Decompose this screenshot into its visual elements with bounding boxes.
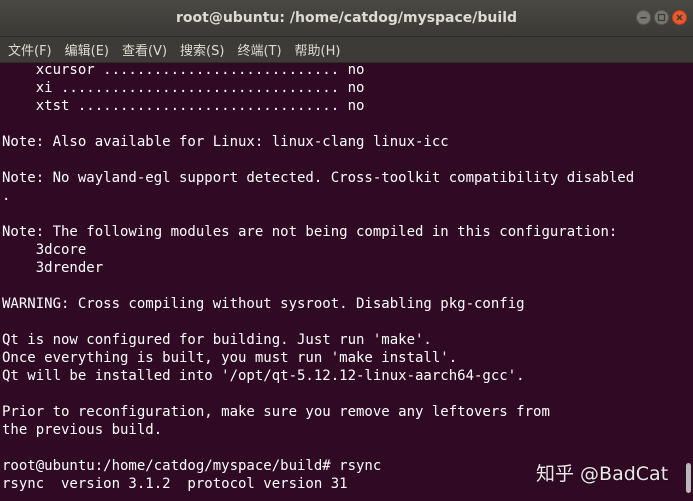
terminal-line: WARNING: Cross compiling without sysroot…: [2, 296, 525, 312]
terminal-line: 3dcore: [2, 242, 87, 258]
window-title: root@ubuntu: /home/catdog/myspace/build: [175, 10, 518, 26]
terminal-line: the previous build.: [2, 422, 163, 438]
menu-bar: 文件(F) 编辑(E) 查看(V) 搜索(S) 终端(T) 帮助(H): [0, 37, 693, 63]
maximize-icon: [657, 13, 666, 22]
terminal-line: Qt will be installed into '/opt/qt-5.12.…: [2, 368, 525, 384]
terminal-line: Qt is now configured for building. Just …: [2, 332, 432, 348]
window-controls: [636, 10, 687, 25]
close-button[interactable]: [672, 10, 687, 25]
terminal-scrollbar[interactable]: [683, 63, 693, 501]
terminal-line: Note: Also available for Linux: linux-cl…: [2, 134, 449, 150]
minimize-button[interactable]: [636, 10, 651, 25]
menu-terminal[interactable]: 终端(T): [232, 40, 286, 59]
terminal-line: Once everything is built, you must run '…: [2, 350, 458, 366]
terminal-line: 3drender: [2, 260, 104, 276]
terminal-line: Note: The following modules are not bein…: [2, 224, 618, 240]
title-bar[interactable]: root@ubuntu: /home/catdog/myspace/build: [0, 0, 693, 37]
watermark: 知乎 @BadCat: [536, 463, 669, 485]
terminal-line: xi ................................. no: [2, 80, 365, 96]
terminal-line: Prior to reconfiguration, make sure you …: [2, 404, 550, 420]
menu-edit[interactable]: 编辑(E): [60, 40, 114, 59]
terminal-line: .: [2, 188, 11, 204]
menu-file[interactable]: 文件(F): [3, 40, 57, 59]
menu-help[interactable]: 帮助(H): [290, 40, 346, 59]
terminal-line: Note: No wayland-egl support detected. C…: [2, 170, 635, 186]
menu-search[interactable]: 搜索(S): [175, 40, 229, 59]
menu-view[interactable]: 查看(V): [117, 40, 172, 59]
maximize-button[interactable]: [654, 10, 669, 25]
terminal-line: xcursor ............................ no: [2, 62, 365, 78]
close-icon: [676, 14, 683, 21]
minimize-icon: [640, 17, 647, 19]
terminal-line: xtst ............................... no: [2, 98, 365, 114]
terminal-output[interactable]: xcursor ............................ no …: [0, 61, 680, 501]
scrollbar-thumb[interactable]: [686, 463, 691, 493]
